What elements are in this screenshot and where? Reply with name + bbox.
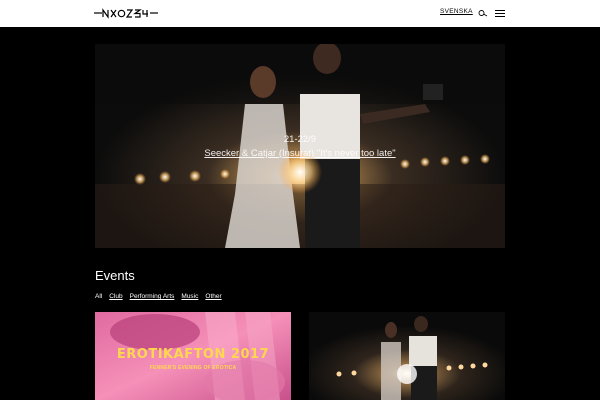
filter-other[interactable]: Other bbox=[205, 293, 221, 300]
filter-music[interactable]: Music bbox=[181, 293, 198, 300]
hero-title-link[interactable]: Seecker & Catjar (Insurat) "It's never t… bbox=[204, 148, 395, 159]
filter-club[interactable]: Club bbox=[109, 293, 122, 300]
logo[interactable] bbox=[94, 8, 158, 19]
event-card-image bbox=[309, 312, 505, 400]
event-card-subtitle: FENNER'S EVENING OF EROTICA bbox=[149, 365, 237, 371]
event-card-erotikafton[interactable]: EROTIKAFTON 2017 FENNER'S EVENING OF ERO… bbox=[95, 312, 291, 400]
event-card-title: EROTIKAFTON 2017 bbox=[116, 347, 270, 362]
hero-banner[interactable]: 21-22/9 Seecker & Catjar (Insurat) "It's… bbox=[95, 44, 505, 248]
event-card-performance[interactable] bbox=[309, 312, 505, 400]
event-filters: All Club Performing Arts Music Other bbox=[95, 293, 222, 300]
hamburger-menu-icon[interactable] bbox=[495, 10, 505, 17]
filter-all[interactable]: All bbox=[95, 293, 102, 300]
filter-performing-arts[interactable]: Performing Arts bbox=[130, 293, 175, 300]
hero-date: 21-22/9 bbox=[283, 134, 317, 145]
hero-image bbox=[95, 44, 505, 248]
language-link[interactable]: SVENSKA bbox=[440, 8, 473, 15]
search-icon[interactable] bbox=[478, 9, 488, 17]
events-heading: Events bbox=[95, 268, 135, 283]
top-bar: SVENSKA bbox=[0, 0, 600, 27]
hero-title[interactable]: Seecker & Catjar (Insurat) "It's never t… bbox=[95, 148, 505, 159]
